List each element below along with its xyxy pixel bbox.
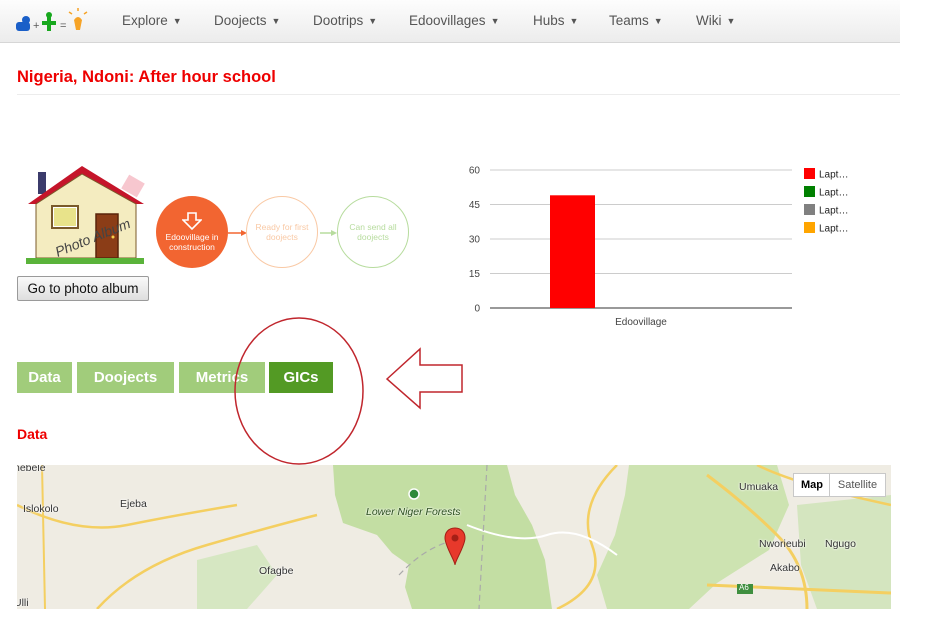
legend-label: Lapt… — [819, 206, 848, 217]
legend-swatch — [804, 204, 815, 215]
nav-wiki[interactable]: Wiki ▼ — [696, 13, 735, 28]
svg-text:=: = — [60, 20, 66, 32]
bar — [550, 195, 595, 308]
annotation-highlight — [234, 317, 463, 465]
map-label: Islokolo — [23, 503, 59, 515]
caret-down-icon: ▼ — [569, 16, 579, 26]
legend-label: Lapt… — [819, 188, 848, 199]
nav-hubs[interactable]: Hubs ▼ — [533, 13, 578, 28]
title-divider — [17, 94, 900, 95]
map-label: Ofagbe — [259, 565, 294, 577]
legend-swatch — [804, 186, 815, 197]
map-marker-icon[interactable] — [444, 527, 466, 567]
map-label: Ulli — [17, 597, 29, 609]
tab-data[interactable]: Data — [17, 362, 72, 393]
caret-down-icon: ▼ — [653, 16, 663, 26]
caret-down-icon: ▼ — [726, 16, 736, 26]
step-can-send-all-doojects: Can send all doojects — [337, 196, 409, 268]
map-label: A6 — [739, 583, 749, 592]
logo-icon[interactable]: + = — [14, 8, 104, 36]
tab-doojects[interactable]: Doojects — [77, 362, 174, 393]
photo-album-house-icon[interactable]: Photo Album — [22, 162, 148, 266]
map-label: Umuaka — [739, 481, 779, 493]
legend-label: Lapt… — [819, 170, 848, 181]
y-tick-label: 15 — [469, 269, 481, 280]
map-label: Nworieubi — [759, 538, 806, 550]
legend-label: Lapt… — [819, 224, 848, 235]
caret-down-icon: ▼ — [368, 16, 378, 26]
nav-teams[interactable]: Teams ▼ — [609, 13, 663, 28]
laptops-bar-chart: 0 15 30 45 60 Edoovillage Lapt… Lapt… Lapt… Lapt… — [469, 166, 849, 329]
page-title: Nigeria, Ndoni: After hour school — [17, 68, 276, 86]
map-label: nebele — [17, 465, 46, 474]
go-to-photo-album-button[interactable]: Go to photo album — [17, 276, 149, 301]
caret-down-icon: ▼ — [490, 16, 500, 26]
section-title-data: Data — [17, 426, 48, 442]
step-ready-first-doojects: Ready for first doojects — [246, 196, 318, 268]
map-label: Ejeba — [120, 498, 147, 510]
caret-down-icon: ▼ — [271, 16, 281, 26]
y-tick-label: 60 — [469, 166, 481, 177]
map-label: Ngugo — [825, 538, 856, 550]
x-tick-label: Edoovillage — [615, 317, 667, 328]
y-tick-label: 45 — [469, 200, 481, 211]
annotation-arrow-icon — [385, 347, 463, 410]
nav-doojects[interactable]: Doojects ▼ — [214, 13, 280, 28]
satellite-view-button[interactable]: Satellite — [829, 473, 886, 497]
legend-swatch — [804, 222, 815, 233]
y-tick-label: 0 — [474, 304, 480, 315]
legend-swatch — [804, 168, 815, 179]
step-in-construction: Edoovillage in construction — [156, 196, 228, 268]
map-label: Lower Niger Forests — [366, 506, 461, 518]
top-navbar: + = Explore ▼ Doojects ▼ Dootrips ▼ Edoovil… — [0, 0, 900, 43]
forest-marker-icon — [408, 488, 420, 500]
arrow-down-icon — [182, 212, 202, 230]
nav-edoovillages[interactable]: Edoovillages ▼ — [409, 13, 499, 28]
map-view-button[interactable]: Map — [793, 473, 831, 497]
map-label: Akabo — [770, 562, 800, 574]
nav-dootrips[interactable]: Dootrips ▼ — [313, 13, 377, 28]
y-tick-label: 30 — [469, 235, 481, 246]
svg-text:+: + — [33, 20, 39, 32]
nav-explore[interactable]: Explore ▼ — [122, 13, 182, 28]
caret-down-icon: ▼ — [172, 16, 182, 26]
location-map[interactable]: nebele Islokolo Ejeba Lower Niger Forest… — [17, 465, 891, 609]
